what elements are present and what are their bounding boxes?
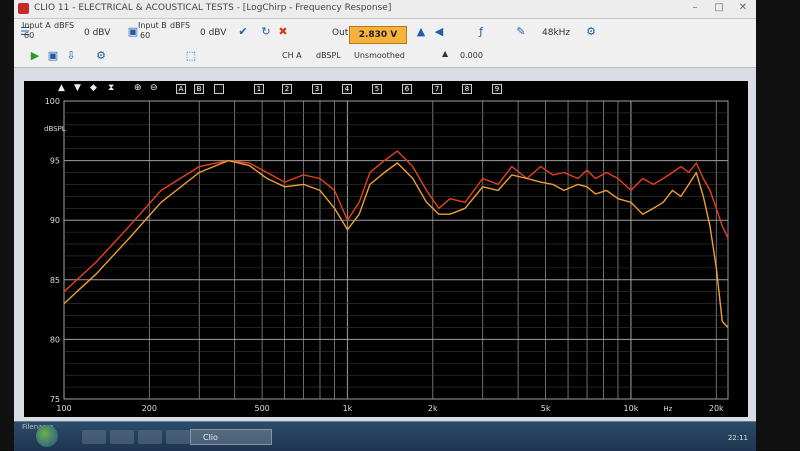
taskbar-item-explorer[interactable] — [82, 430, 106, 444]
overlay-9-button[interactable]: 9 — [492, 84, 502, 94]
offset-up-icon[interactable]: ▲ — [442, 49, 448, 58]
sample-rate[interactable]: 48kHz — [542, 28, 570, 38]
options-icon[interactable]: ⚙ — [94, 49, 108, 63]
graph-option-a[interactable]: A — [176, 84, 186, 94]
graph-option-c[interactable] — [214, 84, 224, 94]
fit-icon[interactable]: ⧗ — [108, 83, 114, 93]
overlay-1-button[interactable]: 1 — [254, 84, 264, 94]
taskbar-item-browser[interactable] — [138, 430, 162, 444]
taskbar-item-clio[interactable]: Clio — [190, 429, 272, 445]
settings-icon[interactable]: ⚙ — [584, 25, 598, 39]
play-icon[interactable]: ▶ — [28, 49, 42, 63]
title-bar: CLIO 11 - ELECTRICAL & ACOUSTICAL TESTS … — [14, 0, 756, 19]
x-tick-label: 500 — [254, 404, 269, 413]
input-b-unit: dBFS — [170, 21, 191, 30]
y-tick-label: 100 — [45, 97, 60, 106]
clio-app-icon — [18, 3, 29, 14]
y-tick-label: 80 — [50, 335, 60, 344]
overlay-3-button[interactable]: 3 — [312, 84, 322, 94]
channel-select[interactable]: CH A — [282, 51, 302, 60]
y-tick-label: 75 — [50, 395, 60, 404]
x-axis-unit-label: Hz — [663, 405, 672, 413]
refresh-icon[interactable]: ↻ — [259, 25, 273, 39]
x-tick-label: 10k — [624, 404, 639, 413]
x-tick-label: 20k — [709, 404, 724, 413]
zoom-in-icon[interactable]: ⊕ — [134, 83, 142, 93]
level-down-icon[interactable]: ◀ — [432, 25, 446, 39]
overlay-4-button[interactable]: 4 — [342, 84, 352, 94]
out-label: Out — [332, 28, 349, 38]
offset-value[interactable]: 0.000 — [460, 51, 483, 60]
maximize-button[interactable]: □ — [712, 2, 726, 14]
input-b-level: 0 dBV — [200, 28, 227, 38]
save-measure-icon[interactable]: ▣ — [46, 49, 60, 63]
app-window: CLIO 11 - ELECTRICAL & ACOUSTICAL TESTS … — [14, 0, 756, 450]
input-a-label: Input A — [22, 21, 51, 30]
overlay-6-button[interactable]: 6 — [402, 84, 412, 94]
close-button[interactable]: ✕ — [736, 2, 750, 14]
graph-toolbar: ▲ ▼ ◆ ⧗ ⊕ ⊖ A B 1 2 3 4 5 6 7 8 9 — [24, 81, 748, 97]
start-button[interactable] — [36, 425, 58, 447]
input-b-label: Input B — [138, 21, 167, 30]
x-tick-label: 200 — [142, 404, 157, 413]
window-title: CLIO 11 - ELECTRICAL & ACOUSTICAL TESTS … — [34, 3, 392, 13]
scroll-up-icon[interactable]: ▲ — [58, 83, 65, 93]
x-tick-label: 2k — [428, 404, 438, 413]
input-a-level: 0 dBV — [84, 28, 111, 38]
input-a-range[interactable]: 60 — [24, 31, 34, 40]
scroll-down-icon[interactable]: ▼ — [74, 83, 81, 93]
input-b-range[interactable]: 60 — [140, 31, 150, 40]
measurement-toolbar: ▶ ▣ ⇩ ⚙ ⬚ CH A dBSPL Unsmoothed ▲ 0.000 — [14, 45, 756, 68]
taskbar-item-folder[interactable] — [166, 430, 190, 444]
level-up-icon[interactable]: ▲ — [414, 25, 428, 39]
overlay-8-button[interactable]: 8 — [462, 84, 472, 94]
overlay-5-button[interactable]: 5 — [372, 84, 382, 94]
frequency-response-graph: ▲ ▼ ◆ ⧗ ⊕ ⊖ A B 1 2 3 4 5 6 7 8 9 75 80 85… — [24, 81, 748, 417]
smoothing-select[interactable]: Unsmoothed — [354, 51, 405, 60]
x-tick-label: 100 — [56, 404, 71, 413]
minimize-button[interactable]: – — [688, 2, 702, 14]
graph-option-b[interactable]: B — [194, 84, 204, 94]
system-clock: 22:11 — [727, 434, 748, 442]
input-a-unit: dBFS — [54, 21, 75, 30]
x-tick-label: 5k — [541, 404, 551, 413]
x-tick-label: 1k — [343, 404, 353, 413]
function-icon[interactable]: ƒ — [474, 25, 488, 39]
expand-icon[interactable]: ◆ — [90, 83, 97, 93]
check-icon[interactable]: ✔ — [236, 25, 250, 39]
zoom-icon[interactable]: ⬚ — [184, 49, 198, 63]
y-axis-label: dBSPL — [44, 125, 66, 133]
stop-icon[interactable]: ✖ — [276, 25, 290, 39]
taskbar-item-media[interactable] — [110, 430, 134, 444]
y-tick-label: 85 — [50, 276, 60, 285]
overlay-2-button[interactable]: 2 — [282, 84, 292, 94]
plot-background — [63, 100, 729, 400]
window-controls: – □ ✕ — [688, 2, 750, 14]
zoom-out-icon[interactable]: ⊖ — [150, 83, 158, 93]
edit-icon[interactable]: ✎ — [514, 25, 528, 39]
unit-select[interactable]: dBSPL — [316, 51, 341, 60]
plot-area[interactable]: 7580859095100dBSPL100 200 500 1k 2k 5k 10k 20kH… — [24, 81, 748, 417]
export-icon[interactable]: ⇩ — [64, 49, 78, 63]
overlay-7-button[interactable]: 7 — [432, 84, 442, 94]
output-voltage[interactable]: 2.830 V — [349, 26, 407, 44]
y-tick-label: 90 — [50, 216, 60, 225]
y-tick-label: 95 — [50, 157, 60, 166]
